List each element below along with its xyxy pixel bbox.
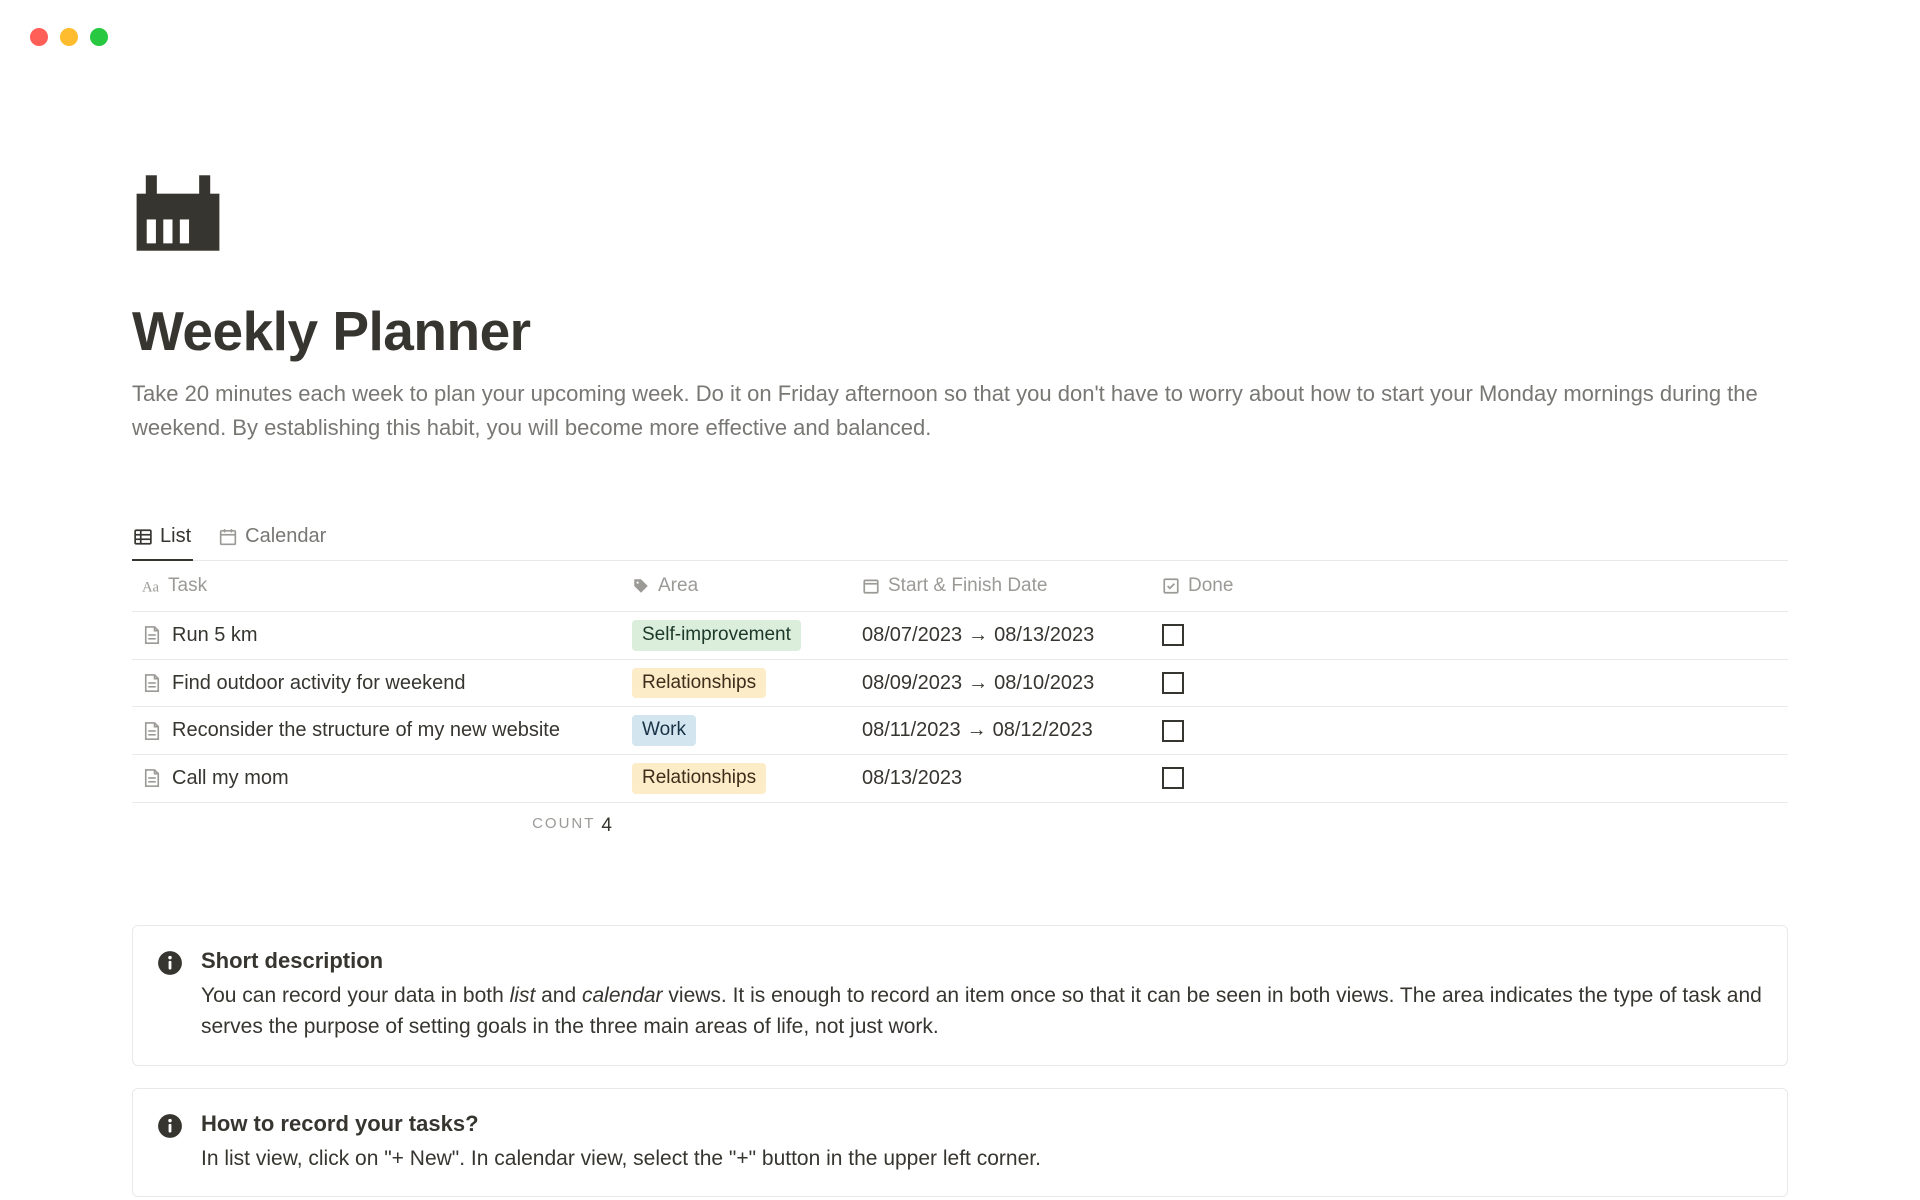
area-tag: Work [632,715,696,746]
table-row[interactable]: Find outdoor activity for weekend Relatio… [132,660,1788,708]
tab-calendar[interactable]: Calendar [217,517,328,560]
page-doc-icon [142,768,162,788]
info-icon [157,950,183,976]
callout-text: In list view, click on "+ New". In calen… [201,1143,1763,1175]
done-checkbox[interactable] [1162,720,1184,742]
cell-done[interactable] [1152,616,1812,654]
column-header-date[interactable]: Start & Finish Date [852,571,1152,601]
done-checkbox[interactable] [1162,672,1184,694]
callout-title: How to record your tasks? [201,1111,1763,1137]
column-header-done[interactable]: Done [1152,571,1812,601]
maximize-window-button[interactable] [90,28,108,46]
cell-done[interactable] [1152,664,1812,702]
table-row[interactable]: Call my mom Relationships 08/13/2023 [132,755,1788,803]
task-title: Run 5 km [172,624,258,647]
task-table: Aa Task Area Start & Finish Date [132,561,1788,836]
table-row[interactable]: Reconsider the structure of my new websi… [132,707,1788,755]
callout-text: You can record your data in both list an… [201,980,1763,1043]
callout[interactable]: Short description You can record your dat… [132,925,1788,1066]
cell-area[interactable]: Work [622,707,852,754]
table-header-row: Aa Task Area Start & Finish Date [132,561,1788,612]
callout[interactable]: How to record your tasks? In list view, c… [132,1088,1788,1198]
cell-area[interactable]: Relationships [622,660,852,707]
view-tabs: List Calendar [132,517,1788,561]
checkbox-icon [1162,577,1180,595]
tab-list[interactable]: List [132,517,193,560]
row-count[interactable]: COUNT 4 [132,803,622,837]
table-icon [134,528,152,546]
svg-text:Aa: Aa [142,580,160,595]
text-icon: Aa [142,577,160,595]
done-checkbox[interactable] [1162,624,1184,646]
page-doc-icon [142,673,162,693]
area-tag: Self-improvement [632,620,801,651]
done-checkbox[interactable] [1162,767,1184,789]
cell-task[interactable]: Run 5 km [132,616,622,655]
calendar-small-icon [862,577,880,595]
window-controls [30,28,108,46]
page-title[interactable]: Weekly Planner [132,299,1788,363]
cell-task[interactable]: Reconsider the structure of my new websi… [132,711,622,750]
count-value: 4 [601,815,612,837]
task-title: Reconsider the structure of my new websi… [172,719,560,742]
minimize-window-button[interactable] [60,28,78,46]
page-subtitle[interactable]: Take 20 minutes each week to plan your u… [132,377,1772,445]
cell-area[interactable]: Self-improvement [622,612,852,659]
area-tag: Relationships [632,763,766,794]
cell-task[interactable]: Find outdoor activity for weekend [132,664,622,703]
tab-calendar-label: Calendar [245,525,326,548]
cell-task[interactable]: Call my mom [132,759,622,798]
close-window-button[interactable] [30,28,48,46]
tag-icon [632,577,650,595]
page-doc-icon [142,625,162,645]
column-header-task[interactable]: Aa Task [132,571,622,601]
task-title: Find outdoor activity for weekend [172,672,466,695]
callout-title: Short description [201,948,1763,974]
info-icon [157,1113,183,1139]
callout-body: Short description You can record your dat… [201,948,1763,1043]
page-doc-icon [142,721,162,741]
area-tag: Relationships [632,668,766,699]
cell-area[interactable]: Relationships [622,755,852,802]
cell-date[interactable]: 08/07/2023→08/13/2023 [852,616,1152,655]
table-row[interactable]: Run 5 km Self-improvement 08/07/2023→08/13… [132,612,1788,660]
count-label: COUNT [532,815,595,837]
calendar-icon [219,528,237,546]
cell-date[interactable]: 08/11/2023→08/12/2023 [852,711,1152,750]
column-header-area[interactable]: Area [622,571,852,601]
callout-body: How to record your tasks? In list view, c… [201,1111,1763,1175]
tab-list-label: List [160,525,191,548]
task-title: Call my mom [172,767,289,790]
cell-date[interactable]: 08/09/2023→08/10/2023 [852,664,1152,703]
cell-done[interactable] [1152,712,1812,750]
cell-done[interactable] [1152,759,1812,797]
page-icon-calendar[interactable] [132,175,224,251]
cell-date[interactable]: 08/13/2023 [852,759,1152,798]
